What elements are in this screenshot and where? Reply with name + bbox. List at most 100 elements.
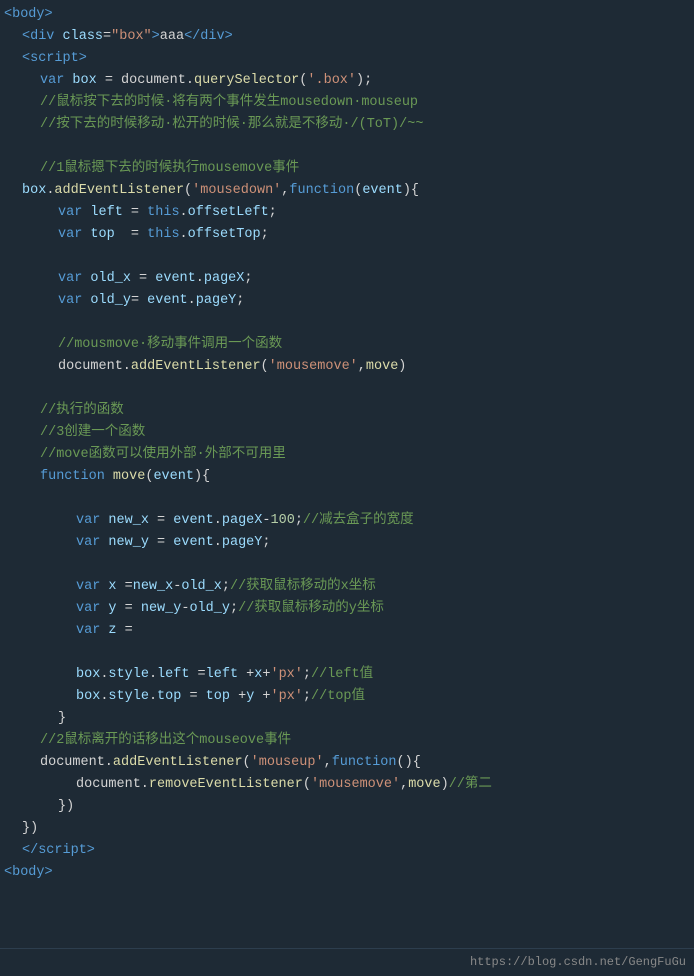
code-text: //获取鼠标移动的x坐标 xyxy=(230,576,376,598)
code-text: old_x xyxy=(90,268,131,290)
code-text: top xyxy=(90,224,114,246)
code-text: = xyxy=(189,664,205,686)
code-text: </div> xyxy=(184,26,233,48)
code-text: , xyxy=(324,752,332,774)
line-blank5 xyxy=(0,488,694,510)
code-text: - xyxy=(173,576,181,598)
code-text: , xyxy=(400,774,408,796)
code-text: var xyxy=(76,598,100,620)
code-text: 'mouseup' xyxy=(251,752,324,774)
code-text: style xyxy=(108,686,149,708)
code-text: . xyxy=(180,202,188,224)
line-33: <body> xyxy=(0,862,694,884)
code-text: //top值 xyxy=(311,686,365,708)
code-text: //left值 xyxy=(311,664,373,686)
code-text: var xyxy=(58,268,82,290)
code-text: = xyxy=(117,620,133,642)
line-10: var top = this . offsetTop ; xyxy=(0,224,694,246)
code-text: ; xyxy=(295,510,303,532)
line-3: <script> xyxy=(0,48,694,70)
code-text: ; xyxy=(230,598,238,620)
code-text: style xyxy=(108,664,149,686)
code-text: . xyxy=(188,290,196,312)
code-text: x xyxy=(108,576,116,598)
code-text: new_y xyxy=(141,598,182,620)
code-text: pageY xyxy=(196,290,237,312)
line-32: </script> xyxy=(0,840,694,862)
code-text: //2鼠标离开的话移出这个mouseove事件 xyxy=(40,730,291,752)
code-text: . xyxy=(214,510,222,532)
line-21: var x = new_x - old_x ; //获取鼠标移动的x坐标 xyxy=(0,576,694,598)
code-text: aaa xyxy=(160,26,184,48)
code-text: var xyxy=(58,224,82,246)
code-text: //按下去的时候移动·松开的时候·那么就是不移动·/(ToT)/~~ xyxy=(40,114,423,136)
code-text: ) xyxy=(441,774,449,796)
line-30: }) xyxy=(0,796,694,818)
line-28: document. addEventListener ( 'mouseup' ,… xyxy=(0,752,694,774)
code-text: <body> xyxy=(4,862,53,884)
code-text: box xyxy=(22,180,46,202)
code-text: var xyxy=(76,532,100,554)
code-text: move xyxy=(113,466,145,488)
code-text: var xyxy=(58,290,82,312)
line-25: box . style . top = top + y + 'px' ; //t… xyxy=(0,686,694,708)
code-text: ( xyxy=(184,180,192,202)
code-text: y xyxy=(246,686,254,708)
code-text: 'px' xyxy=(270,664,302,686)
code-text: ( xyxy=(145,466,153,488)
code-text: - xyxy=(262,510,270,532)
code-text: old_y xyxy=(189,598,230,620)
code-text: function xyxy=(40,466,105,488)
line-9: var left = this . offsetLeft ; xyxy=(0,202,694,224)
code-text: , xyxy=(281,180,289,202)
line-blank3 xyxy=(0,312,694,334)
line-23: var z = xyxy=(0,620,694,642)
line-14: document. addEventListener ( 'mousemove'… xyxy=(0,356,694,378)
line-13: //mousmove·移动事件调用一个函数 xyxy=(0,334,694,356)
code-text: ); xyxy=(356,70,372,92)
code-text: var xyxy=(76,576,100,598)
line-11: var old_x = event . pageX ; xyxy=(0,268,694,290)
line-6: //按下去的时候移动·松开的时候·那么就是不移动·/(ToT)/~~ xyxy=(0,114,694,136)
code-text: <body> xyxy=(4,4,53,26)
code-text: left xyxy=(157,664,189,686)
code-text: var xyxy=(58,202,82,224)
code-text: document. xyxy=(58,356,131,378)
code-text: new_x xyxy=(133,576,174,598)
code-text: ( xyxy=(243,752,251,774)
code-text: + xyxy=(254,686,270,708)
line-7: //1鼠标摁下去的时候执行mousemove事件 xyxy=(0,158,694,180)
code-text: event xyxy=(153,466,194,488)
code-text: this xyxy=(147,224,179,246)
code-text: (){ xyxy=(397,752,421,774)
line-blank7 xyxy=(0,642,694,664)
code-text: event xyxy=(173,510,214,532)
code-text: ){ xyxy=(403,180,419,202)
code-text: ( xyxy=(303,774,311,796)
code-text: removeEventListener xyxy=(149,774,303,796)
line-19: var new_x = event . pageX - 100 ; //减去盒子… xyxy=(0,510,694,532)
code-text: . xyxy=(149,664,157,686)
line-27: //2鼠标离开的话移出这个mouseove事件 xyxy=(0,730,694,752)
line-blank1 xyxy=(0,136,694,158)
code-text: . xyxy=(149,686,157,708)
code-text: ; xyxy=(244,268,252,290)
code-text: event xyxy=(362,180,403,202)
code-text: , xyxy=(358,356,366,378)
code-text: ) xyxy=(398,356,406,378)
code-text: ; xyxy=(303,664,311,686)
code-text: }) xyxy=(22,818,38,840)
code-text: . xyxy=(196,268,204,290)
code-text: . xyxy=(214,532,222,554)
code-text: box xyxy=(76,664,100,686)
line-29: document. removeEventListener ( 'mousemo… xyxy=(0,774,694,796)
code-text: ; xyxy=(303,686,311,708)
code-text: move xyxy=(408,774,440,796)
code-text: ; xyxy=(261,224,269,246)
code-text: + xyxy=(238,664,254,686)
code-text: ( xyxy=(354,180,362,202)
footer-url: https://blog.csdn.net/GengFuGu xyxy=(470,955,686,969)
code-text: document. xyxy=(121,70,194,92)
code-text: event xyxy=(147,290,188,312)
code-text: } xyxy=(58,708,66,730)
